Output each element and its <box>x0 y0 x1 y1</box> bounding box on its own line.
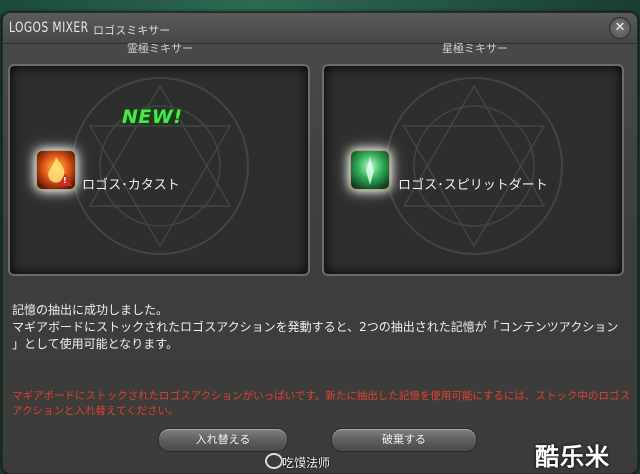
title-bar[interactable]: LOGOS MIXER ロゴスミキサー ✕ <box>3 13 637 44</box>
discard-button[interactable]: 破棄する <box>331 428 477 452</box>
left-mixer-label: 霊極ミキサー <box>127 42 193 55</box>
right-action-name: ロゴス･スピリットダート <box>398 178 548 193</box>
window-title-jp: ロゴスミキサー <box>93 24 171 37</box>
close-button[interactable]: ✕ <box>609 17 631 39</box>
spirit-glyph <box>366 157 374 185</box>
right-mixer-label: 星極ミキサー <box>442 42 508 55</box>
site-watermark: 酷乐米 <box>535 443 610 471</box>
result-message-line-1: 記憶の抽出に成功しました。 <box>12 303 169 317</box>
weibo-logo-icon <box>265 453 283 469</box>
weibo-watermark: 吃馍法师 <box>282 456 331 470</box>
new-badge: NEW! <box>122 106 183 128</box>
left-action-name: ロゴス･カタスト <box>82 178 180 193</box>
result-message-line-2: マギアボードにストックされたロゴスアクションを発動すると、2つの抽出された記憶が… <box>12 320 619 334</box>
stock-full-warning: マギアボードにストックされたロゴスアクションがいっぱいです。新たに抽出した記憶を… <box>12 390 631 417</box>
logos-spirit-dart-icon[interactable] <box>350 150 390 190</box>
replace-button[interactable]: 入れ替える <box>158 428 288 452</box>
warning-triangle-icon: ! <box>58 174 72 186</box>
result-message-line-3: 」として使用可能となります。 <box>12 337 179 351</box>
window-title-en: LOGOS MIXER <box>9 20 89 36</box>
